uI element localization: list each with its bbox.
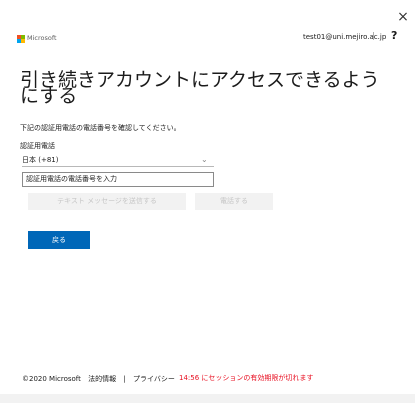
country-code-value: 日本 (+81) bbox=[22, 156, 59, 164]
phone-number-placeholder: 認証用電話の電話番号を入力 bbox=[26, 175, 117, 183]
close-icon[interactable]: × bbox=[396, 10, 410, 24]
call-button[interactable]: 電話する bbox=[195, 193, 273, 210]
back-button[interactable]: 戻る bbox=[28, 231, 90, 249]
bottom-bar bbox=[0, 394, 415, 403]
terms-link[interactable]: 法的情報 bbox=[88, 375, 116, 383]
send-sms-button[interactable]: テキスト メッセージを送信する bbox=[28, 193, 186, 210]
brand-name: Microsoft bbox=[27, 34, 57, 42]
copyright-text: ©2020 Microsoft bbox=[22, 375, 81, 383]
session-expiry-notice: 14:56 にセッションの有効期限が切れます bbox=[179, 374, 314, 382]
footer: ©2020 Microsoft 法的情報 | プライバシー bbox=[22, 374, 180, 384]
privacy-link[interactable]: プライバシー bbox=[133, 375, 175, 383]
chevron-down-icon[interactable]: ⌄ bbox=[201, 154, 208, 166]
instruction-text: 下記の認証用電話の電話番号を確認してください。 bbox=[20, 124, 181, 132]
header-separator: | bbox=[372, 31, 375, 40]
microsoft-logo-icon bbox=[17, 35, 25, 43]
footer-separator: | bbox=[123, 375, 126, 383]
help-icon[interactable]: ? bbox=[391, 29, 397, 42]
phone-number-input[interactable]: 認証用電話の電話番号を入力 bbox=[22, 172, 214, 187]
auth-phone-label: 認証用電話 bbox=[20, 142, 55, 150]
country-code-select[interactable]: 日本 (+81) bbox=[22, 154, 214, 167]
page-title: 引き続きアカウントにアクセスできるようにする bbox=[20, 69, 380, 107]
